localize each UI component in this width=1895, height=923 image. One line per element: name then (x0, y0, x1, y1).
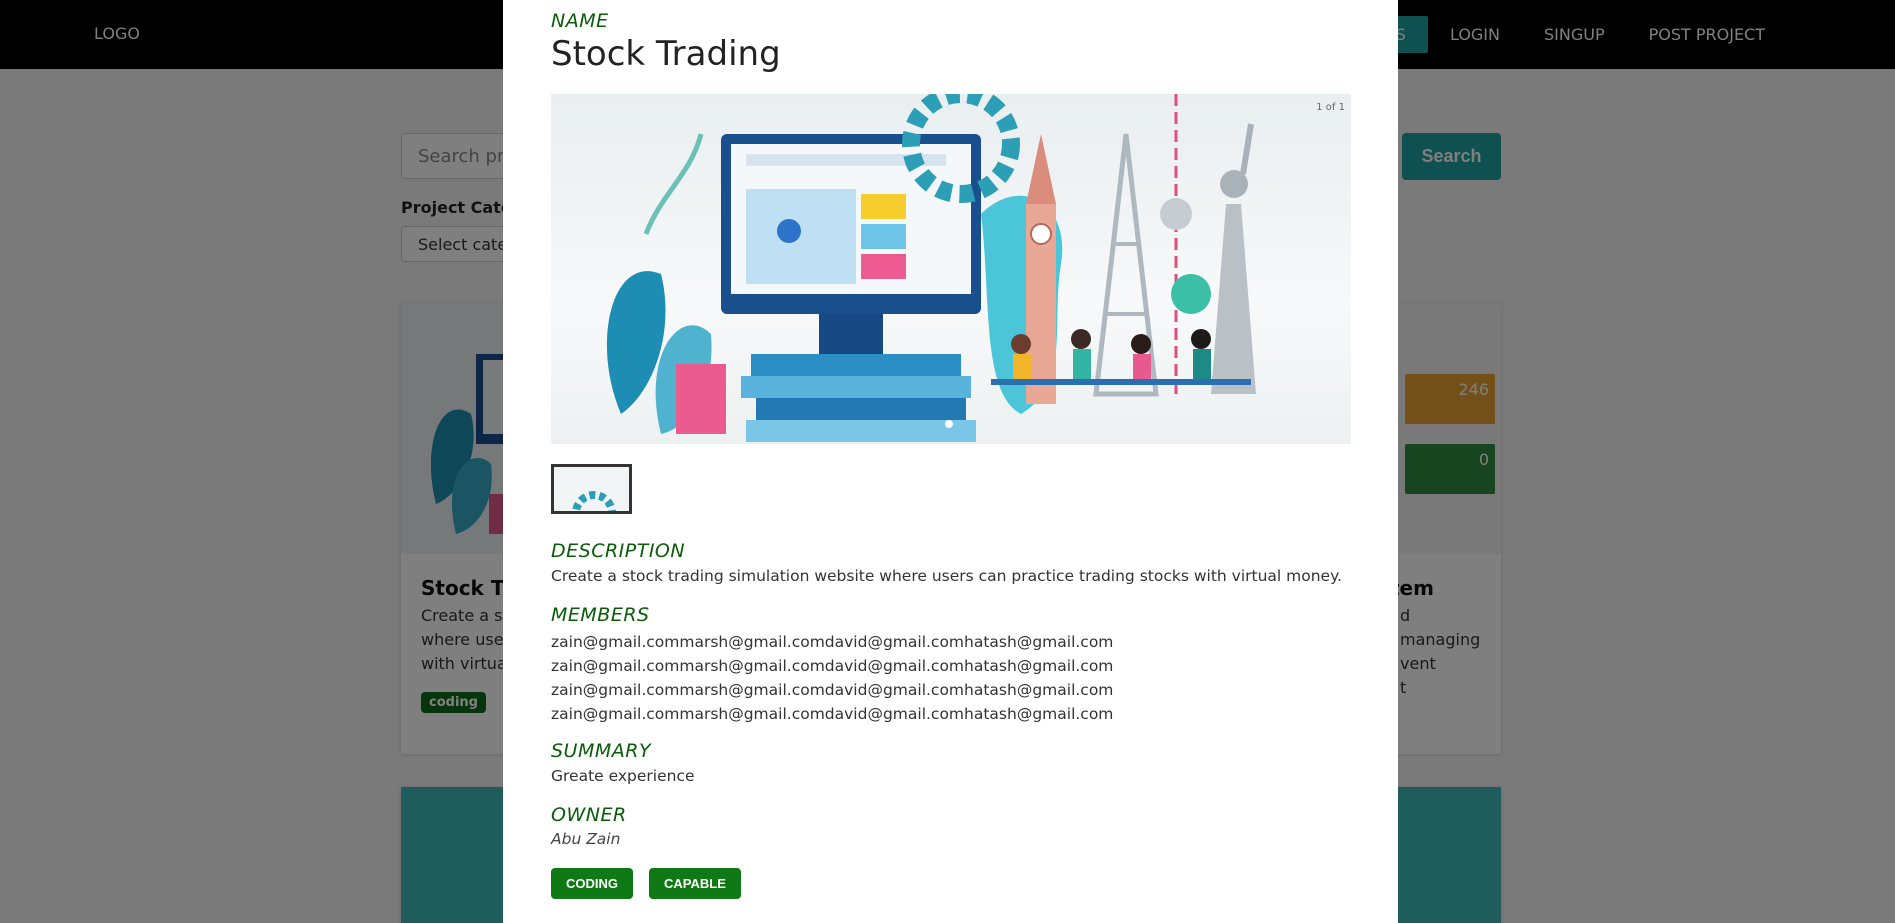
member-line: zain@gmail.commarsh@gmail.comdavid@gmail… (551, 633, 1114, 651)
carousel-dot[interactable] (945, 420, 953, 428)
project-modal: NAME Stock Trading 1 of 1 DESCRIPTION Cr… (503, 0, 1398, 923)
member-line: zain@gmail.commarsh@gmail.comdavid@gmail… (551, 681, 1114, 699)
members-list: zain@gmail.commarsh@gmail.comdavid@gmail… (551, 630, 1113, 726)
members-label: MEMBERS (551, 604, 650, 626)
tag-list: CODING CAPABLE (551, 868, 741, 899)
owner-label: OWNER (551, 804, 627, 826)
owner-name: Abu Zain (551, 830, 621, 848)
name-label: NAME (551, 10, 609, 32)
summary-text: Greate experience (551, 767, 695, 785)
tag-capable[interactable]: CAPABLE (649, 868, 741, 899)
carousel-image[interactable]: 1 of 1 (551, 94, 1351, 444)
modal-title: Stock Trading (551, 34, 781, 74)
description-label: DESCRIPTION (551, 540, 686, 562)
member-line: zain@gmail.commarsh@gmail.comdavid@gmail… (551, 705, 1114, 723)
member-line: zain@gmail.commarsh@gmail.comdavid@gmail… (551, 657, 1114, 675)
tag-coding[interactable]: CODING (551, 868, 633, 899)
description-text: Create a stock trading simulation websit… (551, 567, 1342, 585)
carousel-thumbnail[interactable] (551, 464, 632, 514)
summary-label: SUMMARY (551, 740, 652, 762)
slide-counter: 1 of 1 (1316, 102, 1345, 113)
